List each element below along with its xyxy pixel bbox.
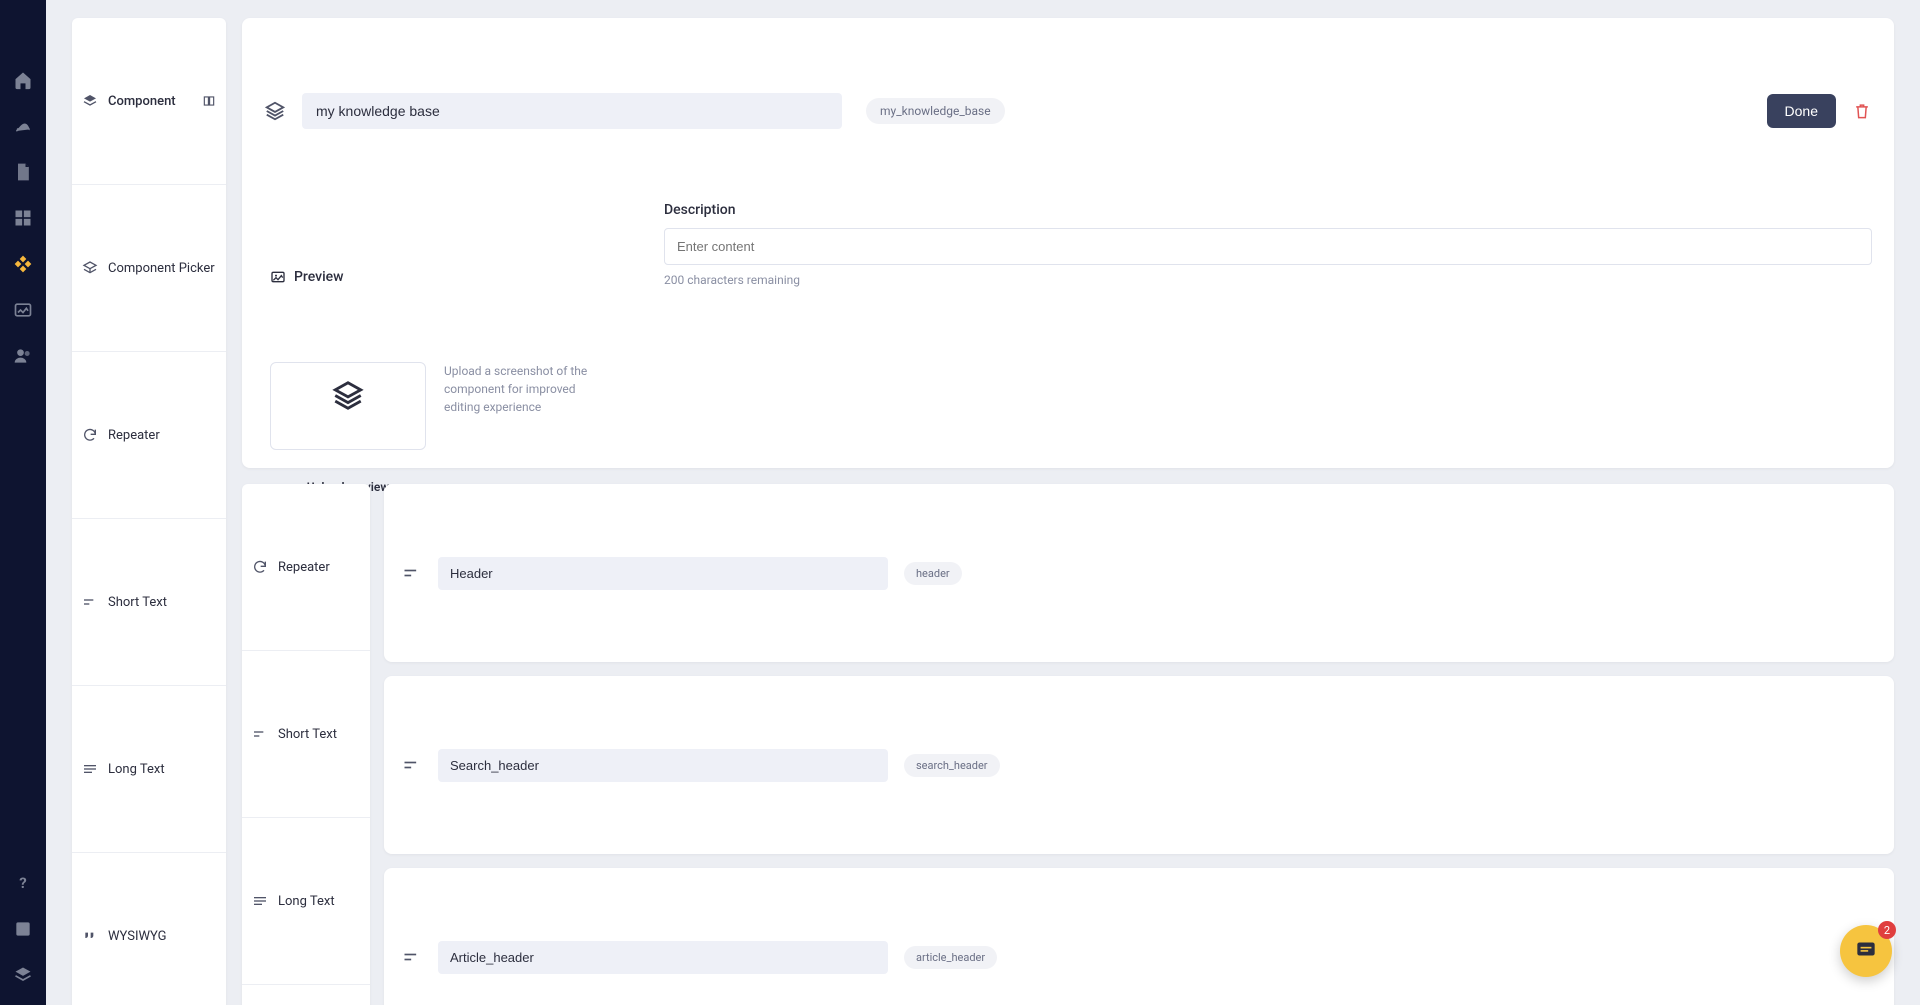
short-icon [402,498,422,648]
palette-item-label: WYSIWYG [108,929,167,944]
component-header-card: my_knowledge_base Done Preview [242,18,1894,468]
upload-hint-text: Upload a screenshot of the component for… [444,362,604,416]
done-button[interactable]: Done [1767,94,1836,128]
field-slug-pill: header [904,562,962,585]
picker-icon [82,193,98,343]
short-icon [402,690,422,840]
layers-icon [331,319,365,472]
field-row-article_header[interactable]: article_header [384,868,1894,1005]
palette-item-long-text[interactable]: Long Text [72,686,226,853]
palette-header[interactable]: Component [72,18,226,185]
palette-item-long-text[interactable]: Long Text [242,818,370,985]
short-icon [402,882,422,1005]
chat-icon [1853,874,1879,1005]
description-label: Description [664,202,1872,218]
nav-docs-icon[interactable] [13,919,33,939]
palette-item-wysiwyg[interactable]: WYSIWYG [242,985,370,1005]
nav-analytics-icon[interactable] [13,116,33,136]
repeat-icon [82,360,98,510]
palette-item-short-text[interactable]: Short Text [242,651,370,818]
quote-icon [82,861,98,1005]
image-icon [270,202,286,352]
short-icon [82,527,98,677]
layers-icon [82,26,98,176]
palette-item-repeater[interactable]: Repeater [242,484,370,651]
delete-component-button[interactable] [1852,36,1872,186]
field-name-input[interactable] [438,557,888,590]
nav-layers-icon[interactable] [13,965,33,985]
palette-item-label: Short Text [108,595,167,610]
palette-item-label: Short Text [278,727,337,742]
component-slug-pill: my_knowledge_base [866,98,1005,124]
chat-badge: 2 [1878,921,1896,939]
nav-rail [0,0,46,1005]
palette-item-label: Long Text [108,762,165,777]
description-input[interactable] [664,228,1872,265]
field-row-search_header[interactable]: search_header [384,676,1894,854]
palette-item-label: Repeater [278,560,330,575]
long-icon [82,694,98,844]
nav-components-icon[interactable] [13,254,33,274]
field-slug-pill: search_header [904,754,1000,777]
layers-icon [264,36,286,186]
field-name-input[interactable] [438,749,888,782]
palette-header-label: Component [108,94,176,109]
palette-item-wysiwyg[interactable]: WYSIWYG [72,853,226,1005]
nav-media-icon[interactable] [13,300,33,320]
nav-pages-icon[interactable] [13,162,33,182]
nav-home-icon[interactable] [13,70,33,90]
chat-fab[interactable]: 2 [1840,925,1892,977]
palette-item-component-picker[interactable]: Component Picker [72,185,226,352]
field-palette-secondary: Repeater Short Text Long Text WYSIWYG Re… [242,484,370,1005]
palette-item-label: Component Picker [108,261,215,276]
field-palette-primary: Component Component Picker Repeater Shor… [72,18,226,1005]
palette-item-short-text[interactable]: Short Text [72,519,226,686]
palette-item-label: Long Text [278,894,335,909]
nav-grid-icon[interactable] [13,208,33,228]
long-icon [252,826,268,976]
preview-label: Preview [270,202,604,352]
palette-item-label: Repeater [108,428,160,443]
chars-remaining-text: 200 characters remaining [664,273,1872,287]
nav-help-icon[interactable] [13,873,33,893]
field-slug-pill: article_header [904,946,997,969]
book-icon [202,26,216,176]
quote-icon [252,993,268,1005]
upload-preview-button[interactable]: Upload preview [270,362,426,450]
palette-item-repeater[interactable]: Repeater [72,352,226,519]
short-icon [252,659,268,809]
component-title-input[interactable] [302,93,842,129]
nav-users-icon[interactable] [13,346,33,366]
field-name-input[interactable] [438,941,888,974]
repeat-icon [252,492,268,642]
field-row-header[interactable]: header [384,484,1894,662]
